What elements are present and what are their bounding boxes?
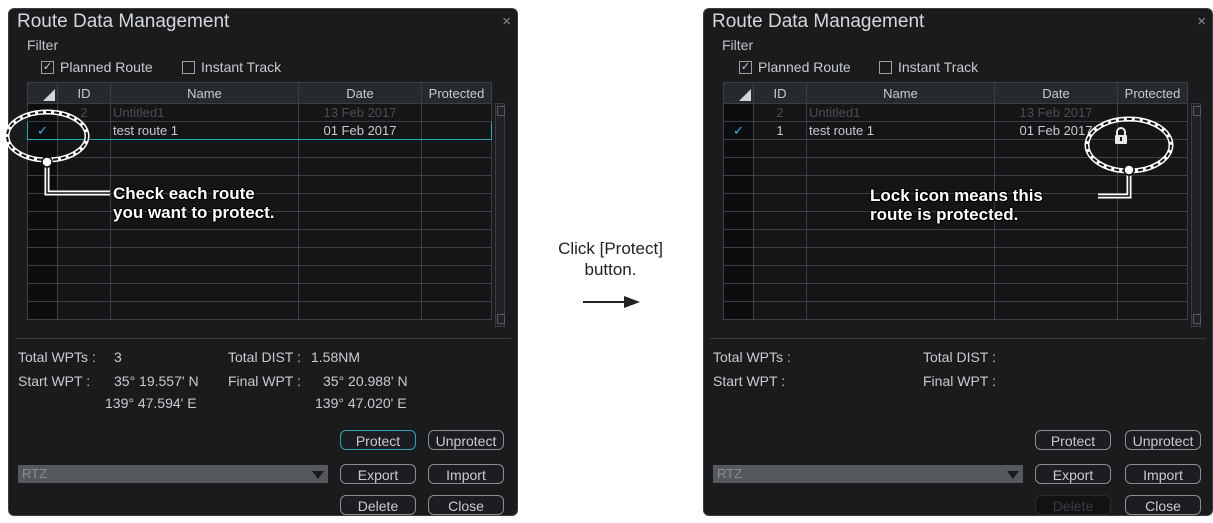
annotation-line: Check each route bbox=[113, 184, 255, 203]
annotation-line: Lock icon means this bbox=[870, 186, 1043, 205]
instruction-line: button. bbox=[584, 260, 637, 279]
annotation-text-right: Lock icon means this route is protected. bbox=[870, 186, 1043, 224]
callout-line bbox=[1098, 171, 1132, 199]
callout-line-core bbox=[1098, 171, 1130, 197]
callout-line bbox=[44, 160, 110, 196]
callout-line-core bbox=[46, 160, 110, 194]
instruction-text: Click [Protect] button. bbox=[528, 238, 693, 280]
annotation-text-left: Check each route you want to protect. bbox=[113, 184, 275, 222]
annotation-line: you want to protect. bbox=[113, 203, 275, 222]
annotation-line: route is protected. bbox=[870, 205, 1019, 224]
arrow-right-icon bbox=[624, 296, 640, 308]
callout-dot bbox=[41, 156, 53, 168]
instruction-line: Click [Protect] bbox=[558, 239, 663, 258]
callout-dot bbox=[1123, 164, 1135, 176]
